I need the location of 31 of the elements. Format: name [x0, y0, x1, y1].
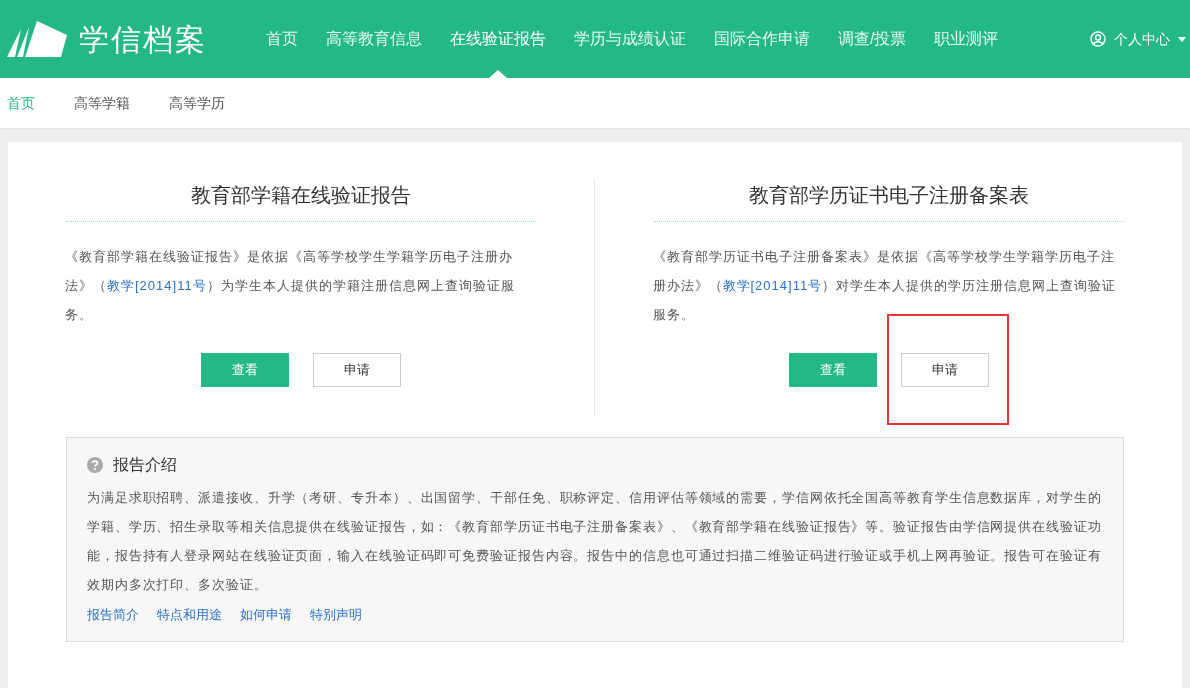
- nav-link[interactable]: 国际合作申请: [714, 0, 810, 78]
- user-menu[interactable]: 个人中心: [1090, 28, 1186, 50]
- view-button[interactable]: 查看: [788, 353, 877, 387]
- card-title: 教育部学籍在线验证报告: [66, 180, 536, 222]
- nav-link[interactable]: 学历与成绩认证: [574, 0, 686, 78]
- subnav-link[interactable]: 高等学籍: [74, 92, 130, 114]
- card-description: 《教育部学历证书电子注册备案表》是依据《高等学校学生学籍学历电子注册办法》（教学[2014]11号）对学生本人提供的学历注册信息网上查询验证服务。: [652, 248, 1118, 324]
- user-icon: [1090, 31, 1106, 47]
- intro-link[interactable]: 如何申请: [240, 605, 292, 625]
- nav-link[interactable]: 职业测评: [934, 0, 999, 78]
- nav-link[interactable]: 高等教育信息: [326, 0, 422, 78]
- logo-text: 学信档案: [79, 21, 207, 58]
- card-title: 教育部学历证书电子注册备案表: [653, 180, 1124, 222]
- nav-link[interactable]: 调查/投票: [838, 0, 907, 78]
- document-link[interactable]: 教学[2014]11号: [107, 278, 207, 293]
- nav-link[interactable]: 首页: [266, 0, 298, 78]
- document-link[interactable]: 教学[2014]11号: [722, 278, 823, 293]
- intro-link[interactable]: 报告简介: [87, 605, 139, 625]
- view-button[interactable]: 查看: [201, 353, 289, 387]
- apply-button[interactable]: 申请: [313, 353, 401, 387]
- intro-link[interactable]: 特点和用途: [157, 605, 222, 625]
- subnav-link[interactable]: 高等学历: [169, 92, 225, 114]
- card-description: 《教育部学籍在线验证报告》是依据《高等学校学生学籍学历电子注册办法》（教学[2014]11号）为学生本人提供的学籍注册信息网上查询验证服务。: [65, 248, 516, 324]
- subnav-link[interactable]: 首页: [7, 92, 35, 114]
- logo-icon: [7, 21, 67, 57]
- caret-icon: [1178, 36, 1186, 42]
- intro-text: 为满足求职招聘、派遣接收、升学（考研、专升本）、出国留学、干部任免、职称评定、信用评估等领域的需要，学信网依托全国高等教育学生信息数据库，对学生的学籍、学历、招生录取等相关信息提供在线验证报告，如：《教育部学历证书电子注册备案表》、《教育部学籍在线验证报告》等。验证报告由学信网提供在线验证功能，报告持有人登录网站在线验证页面，输入在线验证码即可免费验证报告内容。报告中的信息也可通过扫描二维验证码进行验证或手机上网再验证。报告可在验证有效期内多次打印、多次验证。: [87, 489, 1103, 594]
- intro-title: 报告介绍: [113, 455, 177, 475]
- help-icon: [87, 457, 103, 473]
- intro-link[interactable]: 特别声明: [310, 605, 362, 625]
- apply-button[interactable]: 申请: [900, 353, 989, 387]
